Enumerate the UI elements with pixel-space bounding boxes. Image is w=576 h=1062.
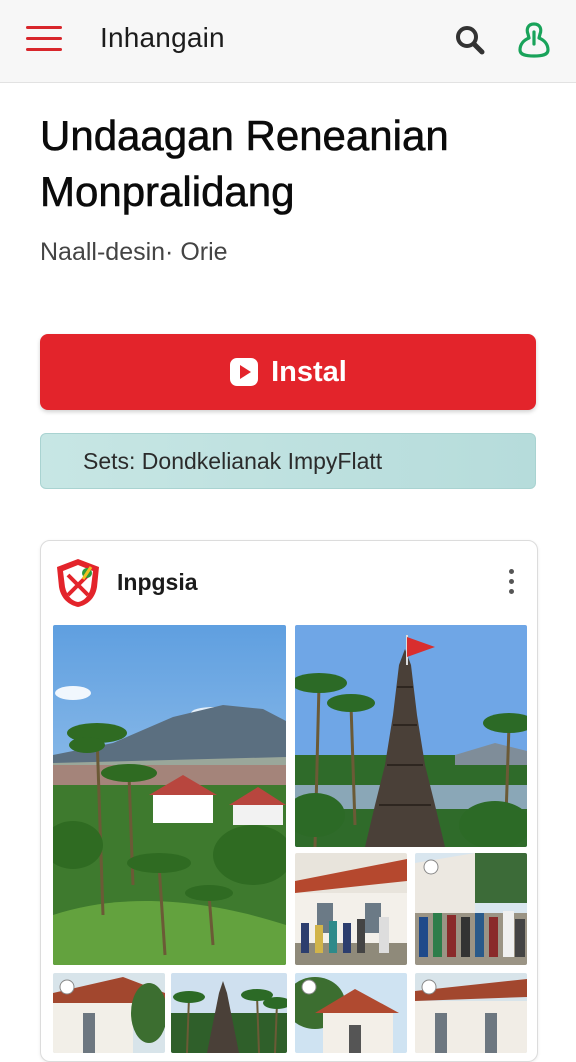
more-vertical-icon[interactable] (501, 569, 521, 599)
temple-spire-photo[interactable] (171, 973, 287, 1053)
headline-line-1: Undaagan Reneanian (40, 112, 449, 160)
app-title: Inhangain (100, 22, 225, 53)
page-headline: Undaagan Reneanian Monpralidang (40, 108, 540, 220)
building-photo[interactable] (53, 973, 165, 1053)
gallery-card: Inpgsia (40, 540, 538, 1062)
house-photo[interactable] (295, 973, 407, 1053)
school-gathering-photo[interactable] (295, 853, 407, 965)
sets-bar-label: Sets: Dondkelianak ImpyFlatt (83, 447, 383, 474)
hamburger-menu-icon[interactable] (26, 26, 62, 54)
sets-bar[interactable]: Sets: Dondkelianak ImpyFlatt (40, 433, 536, 489)
crowd-gathering-photo[interactable] (415, 853, 527, 965)
play-icon (230, 358, 259, 386)
building-photo[interactable] (415, 973, 527, 1053)
village-landscape-photo[interactable] (53, 625, 286, 965)
headline-line-2: Monpralidang (40, 168, 295, 216)
search-icon[interactable] (452, 22, 488, 58)
top-app-bar: Inhangain (0, 0, 576, 83)
page-subtitle: Naall-desin· Orie (40, 238, 228, 266)
account-icon[interactable] (514, 20, 554, 60)
shield-logo-icon (53, 557, 103, 609)
install-button[interactable]: Instal (40, 334, 536, 410)
install-button-label: Instal (271, 355, 347, 388)
temple-monument-photo[interactable] (295, 625, 527, 847)
card-title: Inpgsia (117, 569, 198, 595)
